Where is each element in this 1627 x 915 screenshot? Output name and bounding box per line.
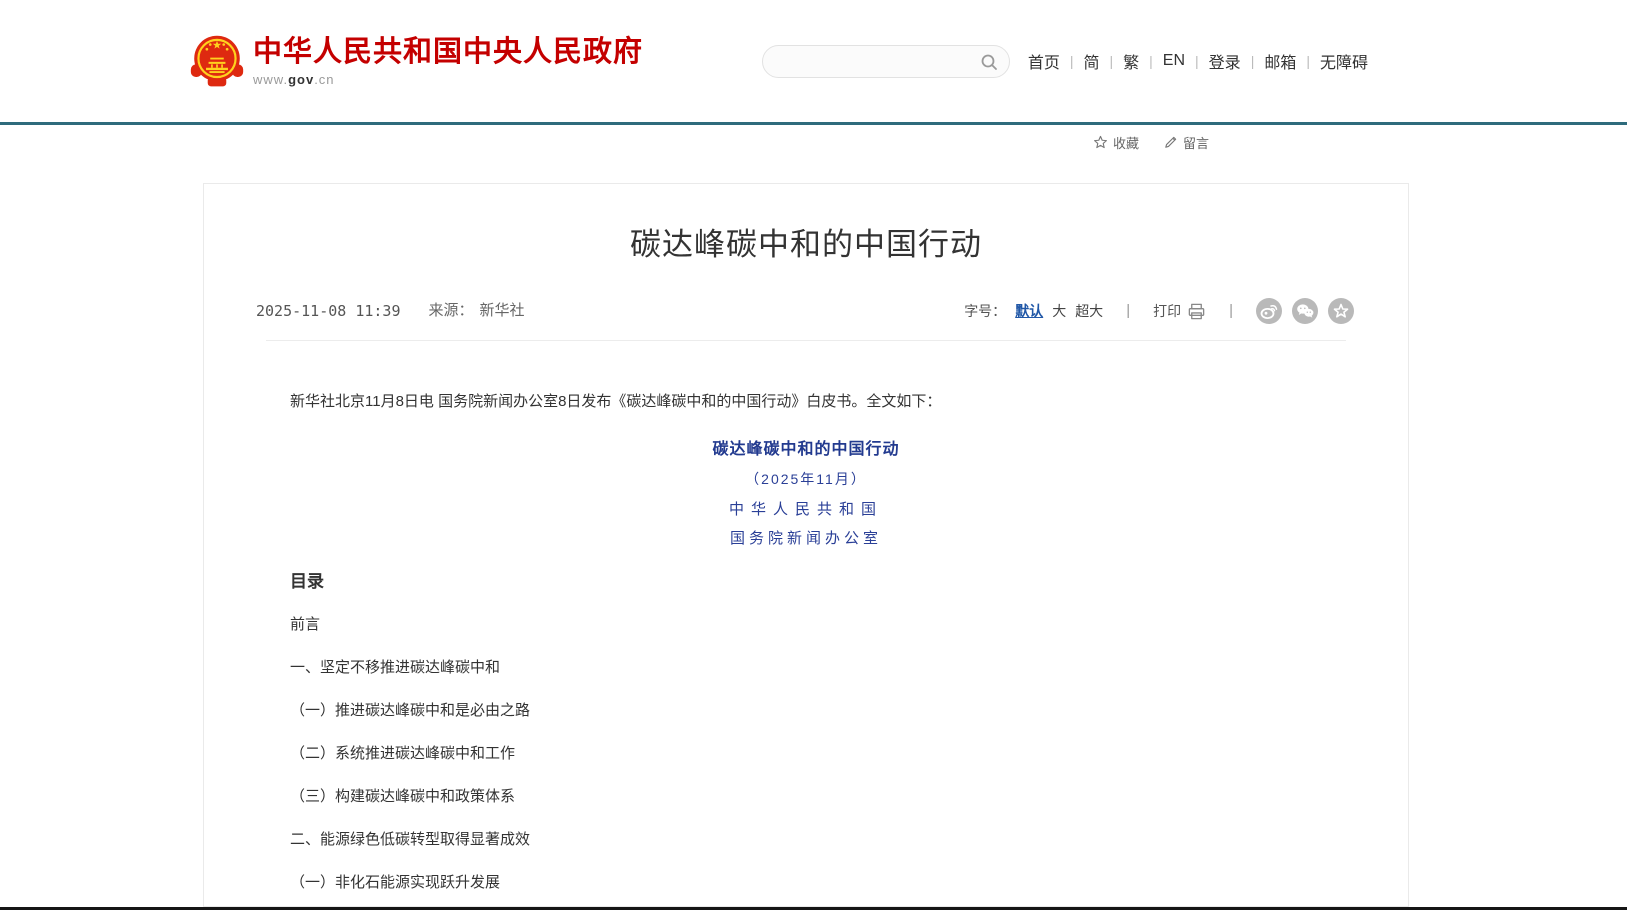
- weibo-share-icon[interactable]: [1256, 298, 1282, 324]
- site-url: www.gov.cn: [253, 72, 643, 87]
- page: 中华人民共和国中央人民政府 www.gov.cn 首页 | 简 | 繁 | EN: [0, 0, 1627, 915]
- nav-simplified[interactable]: 简: [1081, 49, 1101, 73]
- viewport-bottom-line: [0, 907, 1627, 910]
- toc-item-2: 二、能源绿色低碳转型取得显著成效: [290, 829, 1322, 850]
- site-url-cn: .cn: [314, 72, 334, 87]
- font-size-label: 字号：: [964, 301, 1006, 321]
- article-card: 碳达峰碳中和的中国行动 2025-11-08 11:39 来源： 新华社 字号：…: [203, 183, 1409, 907]
- comment-button[interactable]: 留言: [1163, 133, 1209, 152]
- meta-separator: |: [1229, 301, 1233, 321]
- wechat-share-icon[interactable]: [1292, 298, 1318, 324]
- nav-english[interactable]: EN: [1161, 52, 1187, 70]
- national-emblem-logo: [190, 32, 244, 90]
- toc-item-2-1: （一）非化石能源实现跃升发展: [290, 872, 1322, 893]
- article-meta-left: 2025-11-08 11:39 来源： 新华社: [256, 301, 525, 321]
- brand-text: 中华人民共和国中央人民政府 www.gov.cn: [253, 36, 643, 87]
- site-header: 中华人民共和国中央人民政府 www.gov.cn 首页 | 简 | 繁 | EN: [0, 0, 1627, 122]
- site-title: 中华人民共和国中央人民政府: [253, 36, 643, 68]
- document-title: 碳达峰碳中和的中国行动: [204, 439, 1408, 461]
- toc-item-preface: 前言: [290, 614, 1322, 635]
- toc-item-1-3: （三）构建碳达峰碳中和政策体系: [290, 786, 1322, 807]
- nav-mail[interactable]: 邮箱: [1262, 49, 1298, 73]
- source-label: 来源：: [429, 301, 474, 321]
- header-divider-line: [0, 122, 1627, 125]
- print-label: 打印: [1153, 301, 1181, 321]
- pencil-icon: [1163, 135, 1178, 150]
- intro-paragraph: 新华社北京11月8日电 国务院新闻办公室8日发布《碳达峰碳中和的中国行动》白皮书…: [290, 391, 1322, 413]
- favorite-share-icon[interactable]: [1328, 298, 1354, 324]
- search-input[interactable]: [763, 46, 1009, 77]
- favorite-label: 收藏: [1113, 133, 1139, 152]
- nav-separator: |: [1149, 53, 1153, 69]
- share-icons: [1256, 298, 1354, 324]
- font-size-large[interactable]: 大: [1052, 301, 1066, 321]
- toc-list: 前言 一、坚定不移推进碳达峰碳中和 （一）推进碳达峰碳中和是必由之路 （二）系统…: [290, 614, 1322, 893]
- nav-login[interactable]: 登录: [1207, 49, 1243, 73]
- toc-item-1-2: （二）系统推进碳达峰碳中和工作: [290, 743, 1322, 764]
- document-date: （2025年11月）: [204, 469, 1408, 489]
- toc-item-1-1: （一）推进碳达峰碳中和是必由之路: [290, 700, 1322, 721]
- site-url-www: www.: [253, 72, 288, 87]
- favorite-button[interactable]: 收藏: [1093, 133, 1139, 152]
- nav-separator: |: [1195, 53, 1199, 69]
- toc-item-1: 一、坚定不移推进碳达峰碳中和: [290, 657, 1322, 678]
- nav-separator: |: [1070, 53, 1074, 69]
- publish-date: 2025-11-08 11:39: [256, 301, 401, 321]
- document-org-line-1: 中华人民共和国: [204, 499, 1408, 519]
- page-tools: 收藏 留言: [1093, 133, 1209, 152]
- document-org-line-2: 国务院新闻办公室: [204, 528, 1408, 548]
- source-value[interactable]: 新华社: [480, 301, 525, 321]
- nav-accessibility[interactable]: 无障碍: [1318, 49, 1370, 73]
- article-meta-right: 字号： 默认 大 超大 | 打印 |: [964, 298, 1354, 324]
- nav-traditional[interactable]: 繁: [1121, 49, 1141, 73]
- site-url-gov: gov: [288, 72, 314, 87]
- nav-home[interactable]: 首页: [1026, 49, 1062, 73]
- star-icon: [1093, 135, 1108, 150]
- font-size-default[interactable]: 默认: [1015, 301, 1043, 321]
- nav-separator: |: [1251, 53, 1255, 69]
- meta-divider-line: [266, 340, 1346, 341]
- article-title: 碳达峰碳中和的中国行动: [204, 222, 1408, 268]
- article-meta-row: 2025-11-08 11:39 来源： 新华社 字号： 默认 大 超大 | 打…: [204, 298, 1408, 324]
- comment-label: 留言: [1183, 133, 1209, 152]
- meta-separator: |: [1126, 301, 1130, 321]
- site-brand[interactable]: 中华人民共和国中央人民政府 www.gov.cn: [190, 32, 643, 90]
- toc-title: 目录: [290, 570, 1322, 594]
- top-nav: 首页 | 简 | 繁 | EN | 登录 | 邮箱 | 无障碍: [1026, 49, 1370, 73]
- header-right: 首页 | 简 | 繁 | EN | 登录 | 邮箱 | 无障碍: [762, 45, 1370, 78]
- search-icon[interactable]: [979, 52, 999, 72]
- search-box[interactable]: [762, 45, 1010, 78]
- nav-separator: |: [1110, 53, 1114, 69]
- printer-icon: [1187, 302, 1206, 321]
- nav-separator: |: [1306, 53, 1310, 69]
- font-size-xlarge[interactable]: 超大: [1075, 301, 1103, 321]
- print-button[interactable]: 打印: [1153, 301, 1206, 321]
